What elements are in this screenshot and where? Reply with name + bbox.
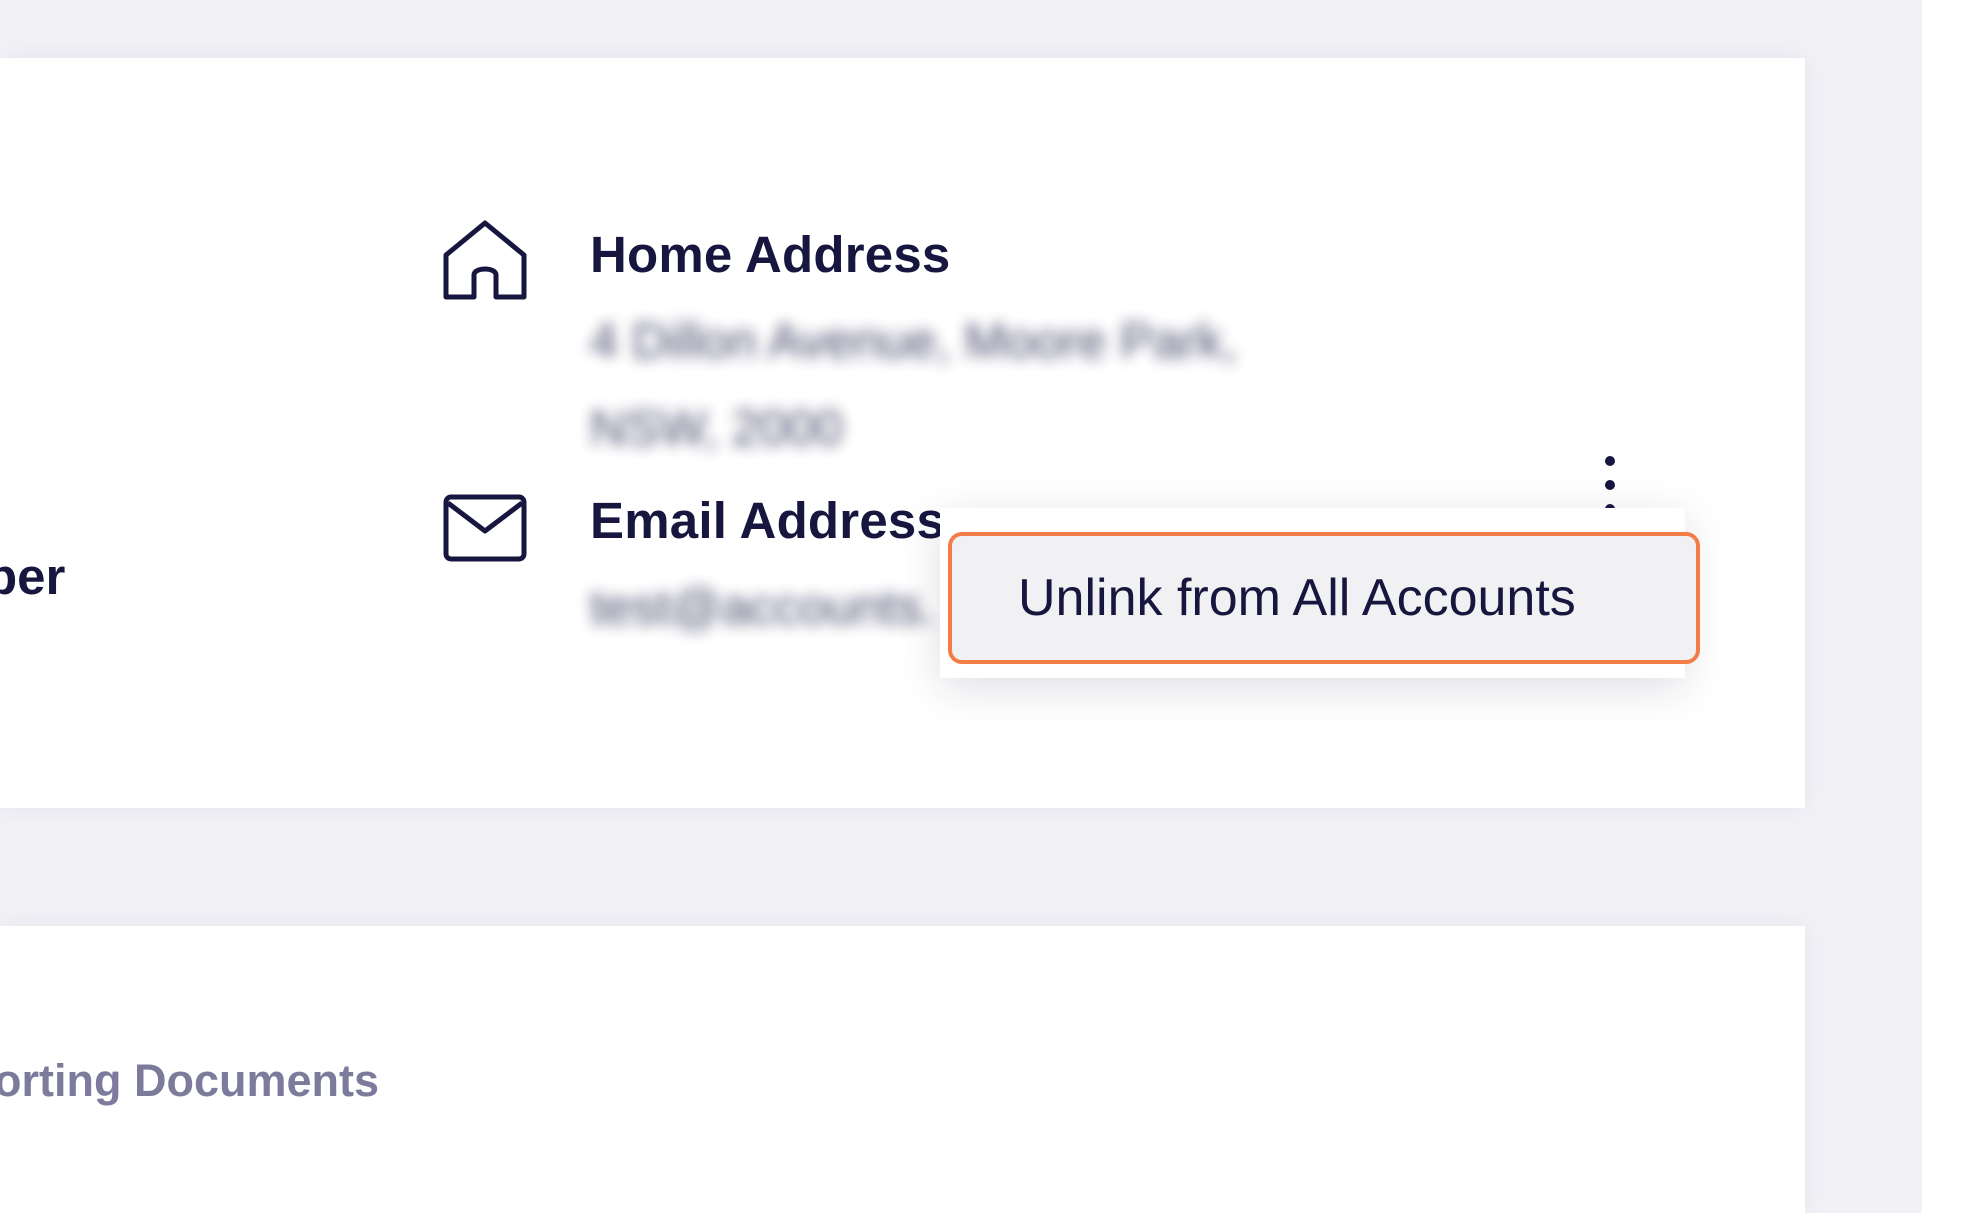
context-menu: Unlink from All Accounts — [940, 508, 1700, 678]
mail-icon — [440, 483, 530, 573]
home-address-value-line2: NSW, 2000 — [590, 400, 843, 456]
contact-details-card: ber Home Address 4 Dillon Avenue, Moore … — [0, 58, 1805, 808]
unlink-from-all-accounts-menu-item[interactable]: Unlink from All Accounts — [948, 532, 1700, 664]
scroll-gutter — [1922, 0, 1978, 1213]
phone-number-label: ber — [0, 548, 66, 605]
home-address-value-line1: 4 Dillon Avenue, Moore Park, — [590, 313, 1237, 369]
page: ber Home Address 4 Dillon Avenue, Moore … — [0, 0, 1978, 1213]
email-address-value: test@accounts. — [590, 579, 936, 635]
home-address-label: Home Address — [590, 226, 951, 283]
email-address-label: Email Address — [590, 492, 946, 549]
supporting-documents-card: orting Documents — [0, 926, 1805, 1213]
supporting-documents-label: orting Documents — [0, 1055, 380, 1106]
home-icon — [440, 215, 530, 305]
